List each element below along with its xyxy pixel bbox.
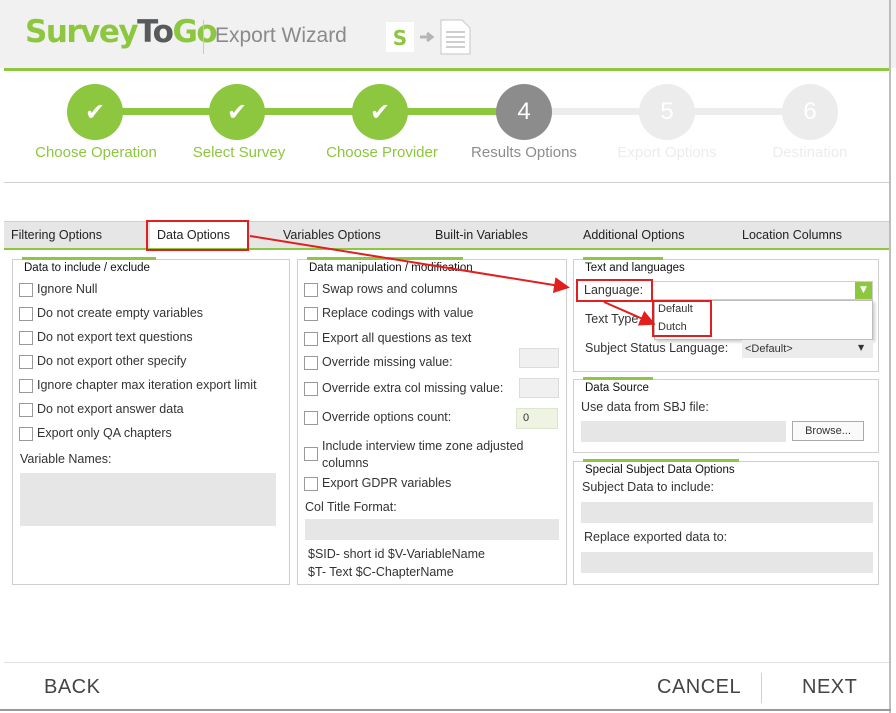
nav-separator [761,673,762,703]
bottom-divider [4,662,890,663]
window-frame-right [889,0,891,713]
next-button[interactable]: NEXT [802,676,857,699]
window-frame-bottom [0,709,891,711]
annotation-arrow-to-dutch [603,301,656,326]
back-button[interactable]: BACK [44,676,100,699]
annotation-arrows [249,235,656,326]
annotation-arrow-to-language [249,235,570,293]
cancel-button[interactable]: CANCEL [657,676,741,699]
